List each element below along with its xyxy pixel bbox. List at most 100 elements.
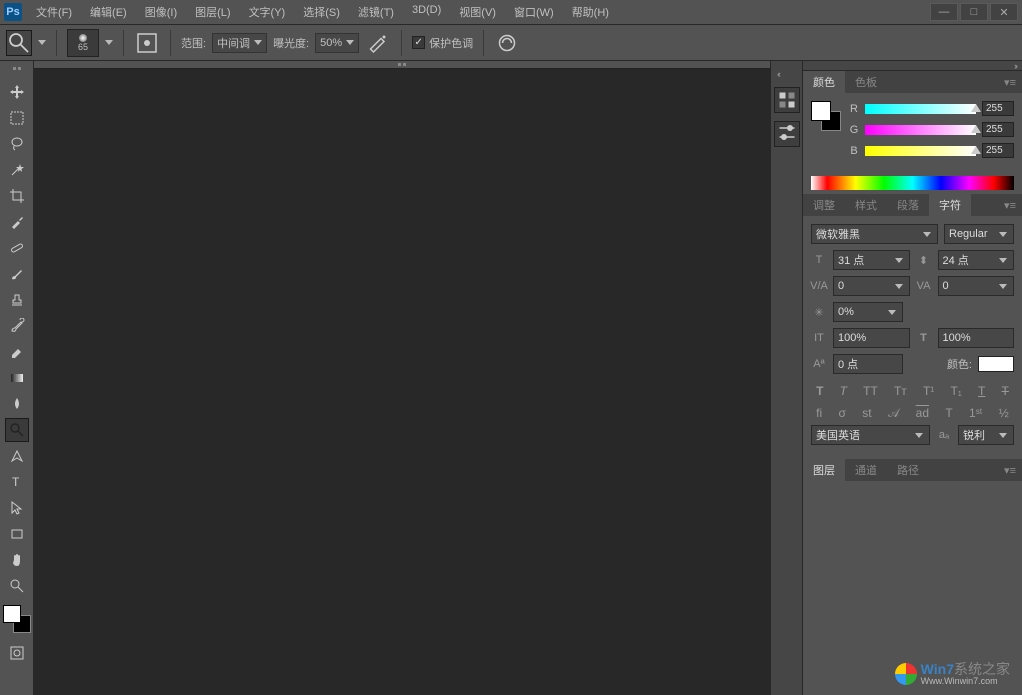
menu-window[interactable]: 窗口(W) [506,1,562,23]
current-tool-indicator[interactable] [6,30,32,56]
antialias-dropdown[interactable]: 锐利 [958,425,1014,445]
text-color-chip[interactable] [978,356,1014,372]
protect-tones-option[interactable]: 保护色调 [412,35,473,51]
menu-filter[interactable]: 滤镜(T) [350,1,402,23]
document-tab-grip[interactable] [34,61,770,69]
toolbox-grip[interactable] [2,67,32,75]
tab-character[interactable]: 字符 [929,194,971,216]
airbrush-toggle[interactable] [365,30,391,56]
tracking-field[interactable]: 0 [938,276,1015,296]
eraser-tool[interactable] [5,340,29,364]
superscript-button[interactable]: T¹ [923,384,934,398]
menu-edit[interactable]: 编辑(E) [82,1,135,23]
path-select-tool[interactable] [5,496,29,520]
close-button[interactable]: ✕ [990,3,1018,21]
exposure-field[interactable]: 50% [315,33,359,53]
g-value[interactable]: 255 [982,122,1014,137]
expand-strip-arrow[interactable]: ‹‹ [777,69,779,79]
faux-bold-button[interactable]: T [816,384,823,398]
range-dropdown[interactable]: 中间调 [212,33,267,53]
panels-collapse-bar[interactable]: ›› [803,61,1022,71]
fractions-button[interactable]: 1ˢᵗ [969,406,982,421]
contextual-button[interactable]: σ [839,406,846,421]
brush-tool[interactable] [5,262,29,286]
maximize-button[interactable]: □ [960,3,988,21]
g-slider[interactable] [865,125,976,135]
allcaps-button[interactable]: TT [863,384,878,398]
scale-field[interactable]: 0% [833,302,903,322]
tool-preset-arrow[interactable] [38,40,46,45]
stylistic-button[interactable]: st [862,406,871,421]
strikethrough-button[interactable]: T [1002,384,1009,398]
subscript-button[interactable]: T₁ [950,384,961,398]
pen-tool[interactable] [5,444,29,468]
hand-tool[interactable] [5,548,29,572]
marquee-tool[interactable] [5,106,29,130]
leading-field[interactable]: 24 点 [938,250,1015,270]
shape-tool[interactable] [5,522,29,546]
stamp-tool[interactable] [5,288,29,312]
color-panel-menu[interactable]: ▾≡ [998,72,1022,93]
menu-view[interactable]: 视图(V) [451,1,504,23]
brush-preset-picker[interactable]: 65 [67,29,99,57]
brush-preset-arrow[interactable] [105,40,113,45]
mini-fg-swatch[interactable] [811,101,831,121]
tab-styles[interactable]: 样式 [845,194,887,216]
font-family-dropdown[interactable]: 微软雅黑 [811,224,938,244]
vscale-field[interactable]: 100% [833,328,910,348]
color-swatches[interactable] [3,605,31,633]
protect-tones-checkbox[interactable] [412,36,425,49]
canvas-area[interactable] [34,61,770,695]
swash-button[interactable]: 𝒜 [888,406,899,421]
color-spectrum[interactable] [811,176,1014,190]
blur-tool[interactable] [5,392,29,416]
lasso-tool[interactable] [5,132,29,156]
menu-image[interactable]: 图像(I) [137,1,185,23]
mini-color-swatches[interactable] [811,101,841,131]
history-brush-tool[interactable] [5,314,29,338]
hscale-field[interactable]: 100% [938,328,1015,348]
font-style-dropdown[interactable]: Regular [944,224,1014,244]
menu-3d[interactable]: 3D(D) [404,1,449,23]
menu-file[interactable]: 文件(F) [28,1,80,23]
foreground-color-swatch[interactable] [3,605,21,623]
tab-adjustments[interactable]: 调整 [803,194,845,216]
quickmask-toggle[interactable] [5,641,29,665]
tab-color[interactable]: 颜色 [803,71,845,93]
char-panel-menu[interactable]: ▾≡ [998,195,1022,216]
crop-tool[interactable] [5,184,29,208]
zoom-tool[interactable] [5,574,29,598]
move-tool[interactable] [5,80,29,104]
pressure-toggle[interactable] [494,30,520,56]
faux-italic-button[interactable]: T [840,384,847,398]
history-panel-button[interactable] [774,87,800,113]
menu-help[interactable]: 帮助(H) [564,1,617,23]
layers-panel-menu[interactable]: ▾≡ [998,460,1022,481]
baseline-field[interactable]: 0 点 [833,354,903,374]
b-value[interactable]: 255 [982,143,1014,158]
minimize-button[interactable]: — [930,3,958,21]
font-size-field[interactable]: 31 点 [833,250,910,270]
ligatures-button[interactable]: fi [816,406,822,421]
ordinals-button[interactable]: T [945,406,952,421]
halfwidths-button[interactable]: ½ [999,406,1009,421]
underline-button[interactable]: T [978,384,985,398]
healing-tool[interactable] [5,236,29,260]
gradient-tool[interactable] [5,366,29,390]
r-value[interactable]: 255 [982,101,1014,116]
b-slider[interactable] [865,146,976,156]
menu-layer[interactable]: 图层(L) [187,1,238,23]
titling-button[interactable]: ad [916,406,929,421]
tab-channels[interactable]: 通道 [845,459,887,481]
smallcaps-button[interactable]: Tᴛ [894,384,907,398]
kerning-field[interactable]: 0 [833,276,910,296]
menu-type[interactable]: 文字(Y) [241,1,294,23]
tab-paths[interactable]: 路径 [887,459,929,481]
language-dropdown[interactable]: 美国英语 [811,425,930,445]
brush-panel-toggle[interactable] [134,30,160,56]
tab-layers[interactable]: 图层 [803,459,845,481]
type-tool[interactable]: T [5,470,29,494]
dodge-tool[interactable] [5,418,29,442]
wand-tool[interactable] [5,158,29,182]
properties-panel-button[interactable] [774,121,800,147]
